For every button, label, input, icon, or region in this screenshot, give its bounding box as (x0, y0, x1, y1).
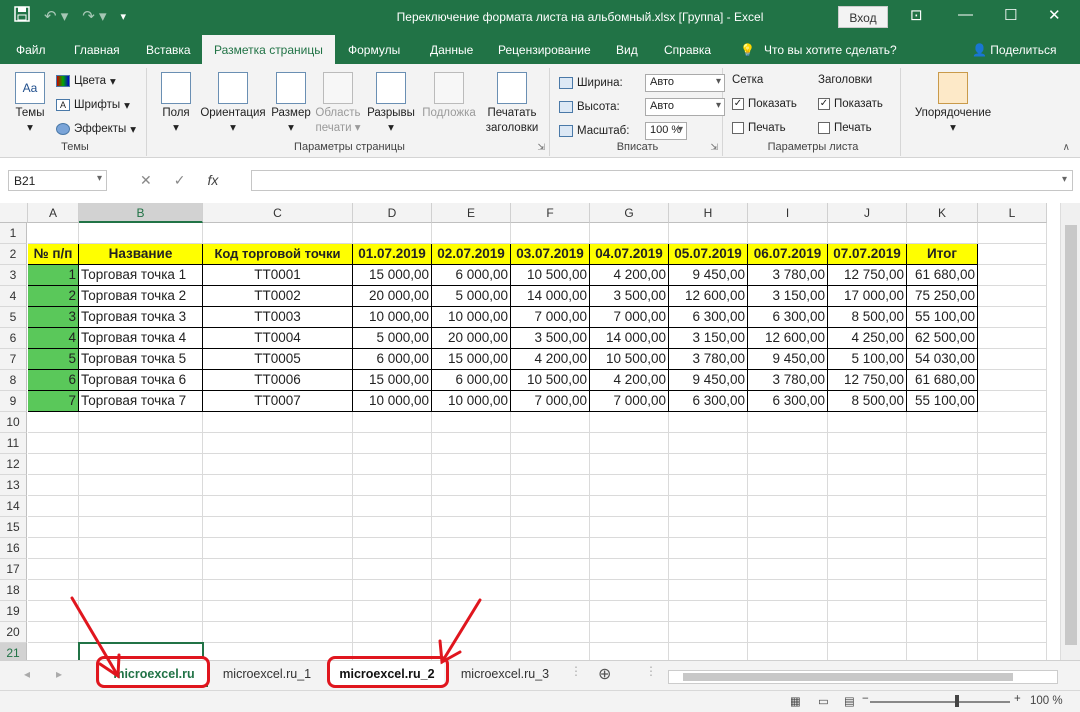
page-layout-view-icon[interactable]: ▭ (818, 694, 829, 708)
zoom-out-button[interactable]: − (862, 693, 869, 705)
zoom-level[interactable]: 100 % (1030, 695, 1063, 707)
status-bar: ▦ ▭ ▤ − + 100 % (0, 690, 1080, 712)
annotation-arrow-1 (70, 596, 120, 678)
normal-view-icon[interactable]: ▦ (790, 694, 801, 708)
zoom-slider-knob[interactable] (955, 695, 959, 707)
annotation-arrows (70, 596, 482, 679)
page-break-view-icon[interactable]: ▤ (844, 694, 855, 708)
zoom-in-button[interactable]: + (1014, 693, 1021, 705)
zoom-slider[interactable] (870, 701, 1010, 703)
